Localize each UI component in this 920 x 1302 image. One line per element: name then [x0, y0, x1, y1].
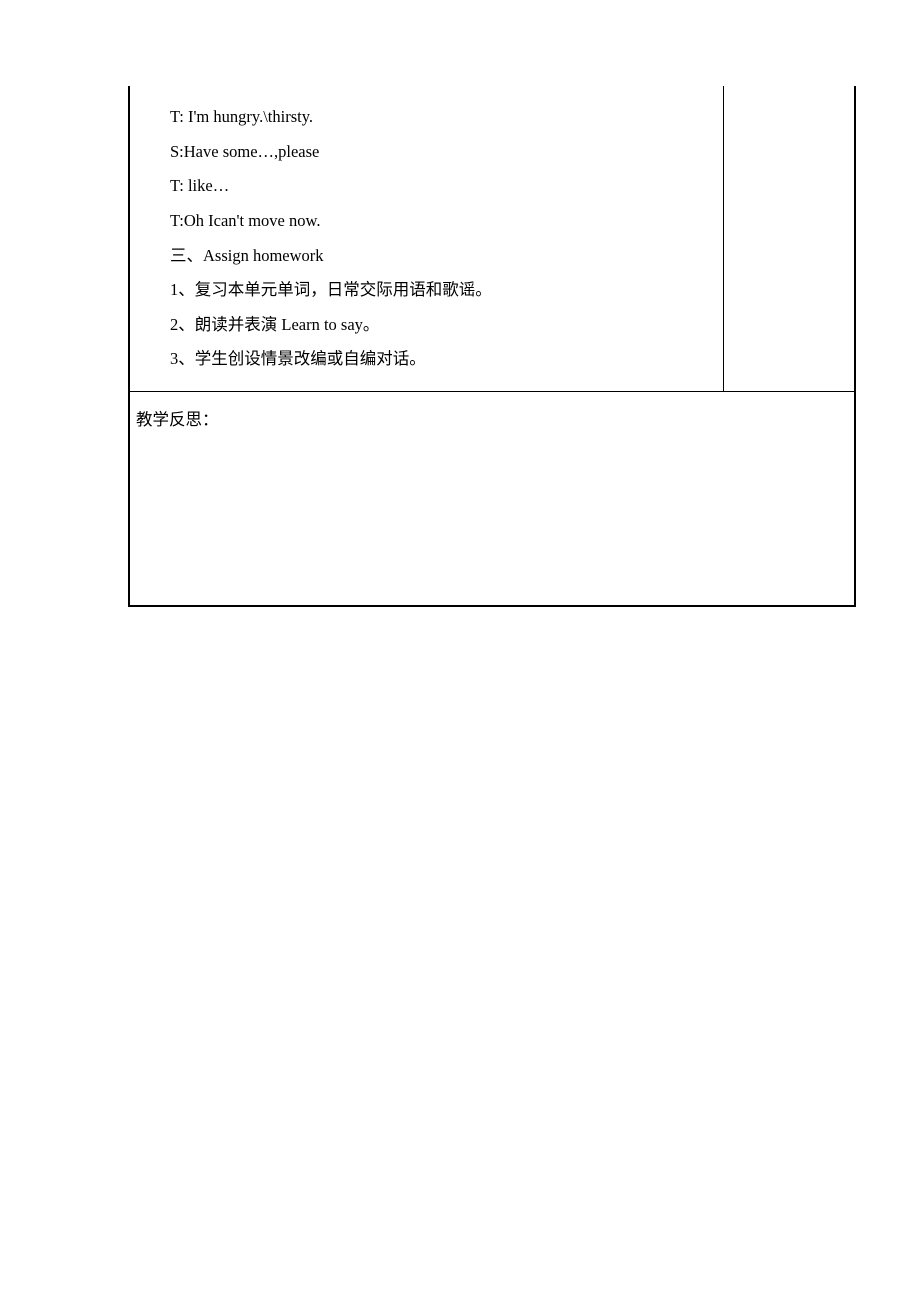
- content-line: 三、Assign homework: [170, 239, 723, 274]
- content-line: 2、朗读并表演 Learn to say。: [170, 308, 723, 343]
- notes-cell: [724, 86, 854, 391]
- content-line: T: like…: [170, 169, 723, 204]
- content-line: 3、学生创设情景改编或自编对话。: [170, 342, 723, 377]
- content-line: T: I'm hungry.\thirsty.: [170, 100, 723, 135]
- content-row: T: I'm hungry.\thirsty. S:Have some…,ple…: [128, 86, 856, 391]
- content-line: S:Have some…,please: [170, 135, 723, 170]
- reflection-label: 教学反思：: [136, 410, 219, 429]
- lesson-plan-table: T: I'm hungry.\thirsty. S:Have some…,ple…: [128, 86, 856, 607]
- content-line: T:Oh Ican't move now.: [170, 204, 723, 239]
- content-cell: T: I'm hungry.\thirsty. S:Have some…,ple…: [130, 86, 724, 391]
- reflection-row: 教学反思：: [128, 391, 856, 607]
- content-line: 1、复习本单元单词，日常交际用语和歌谣。: [170, 273, 723, 308]
